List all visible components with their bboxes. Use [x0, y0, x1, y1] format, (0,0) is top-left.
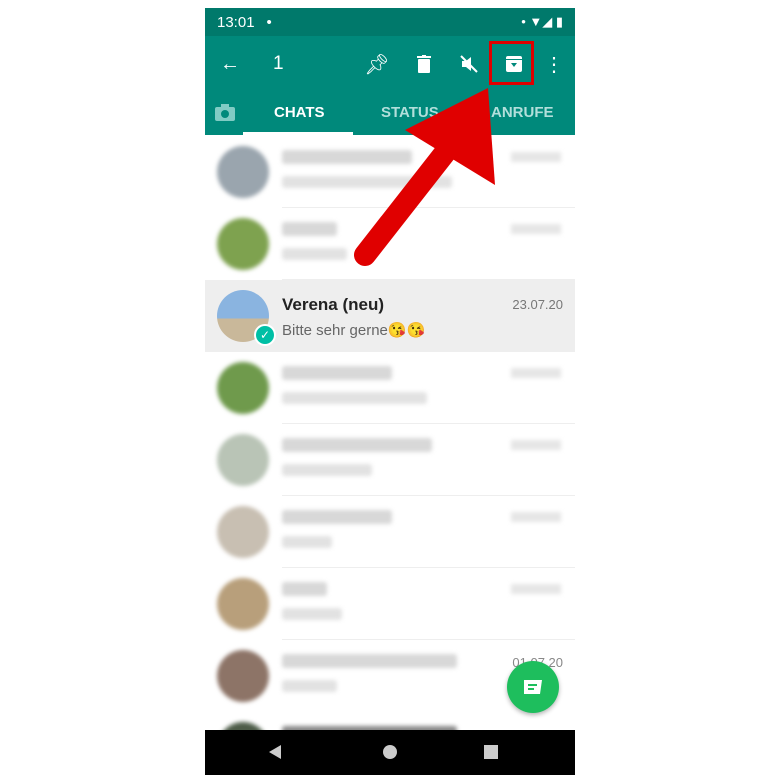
red-arrow-annotation — [354, 88, 495, 266]
